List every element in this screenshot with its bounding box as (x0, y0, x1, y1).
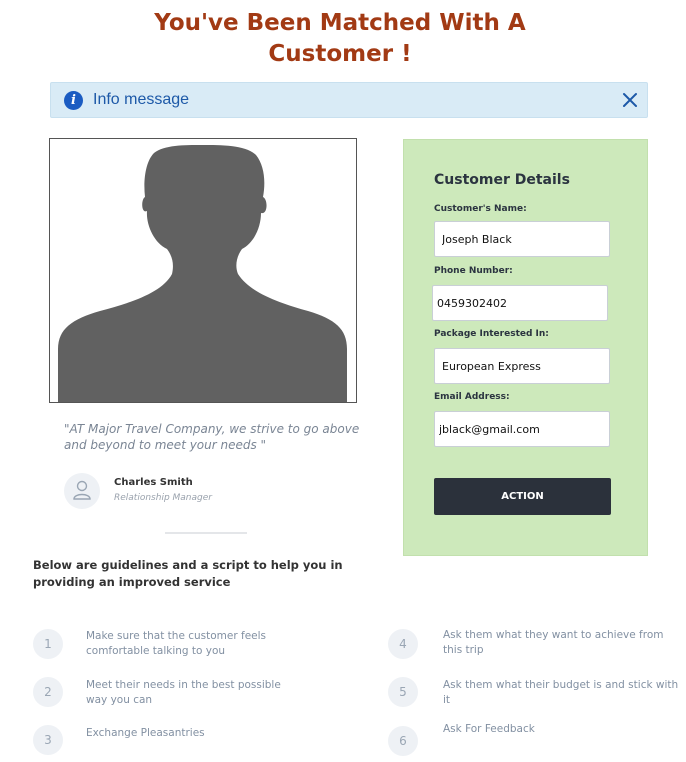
email-label: Email Address: (434, 392, 510, 402)
step-text: Exchange Pleasantries (86, 727, 205, 739)
customer-photo (49, 138, 357, 403)
manager-name: Charles Smith (114, 477, 193, 488)
action-button[interactable]: ACTION (434, 478, 611, 515)
step-text: Ask For Feedback (443, 723, 535, 735)
info-icon: i (64, 91, 83, 110)
customer-details-title: Customer Details (434, 172, 570, 188)
manager-role: Relationship Manager (114, 493, 212, 503)
customer-name-field[interactable] (434, 221, 610, 257)
step-number: 6 (388, 726, 418, 756)
step-text: Ask them what their budget is and stick … (443, 679, 679, 706)
step-number: 3 (33, 725, 63, 755)
guidelines-heading: Below are guidelines and a script to hel… (33, 558, 343, 589)
customer-details-panel: Customer Details Customer's Name: Phone … (403, 139, 648, 556)
testimonial-quote: "AT Major Travel Company, we strive to g… (64, 422, 360, 452)
info-message-bar: i Info message (50, 82, 648, 118)
page-title-line-2: Customer ! (268, 41, 412, 67)
step-number: 4 (388, 629, 418, 659)
phone-number-field[interactable] (432, 285, 608, 321)
package-field[interactable] (434, 348, 610, 384)
avatar (64, 473, 100, 509)
step-text: Ask them what they want to achieve from … (443, 629, 664, 656)
step-number: 5 (388, 677, 418, 707)
email-field[interactable] (434, 411, 610, 447)
phone-number-label: Phone Number: (434, 266, 513, 276)
info-message-text: Info message (93, 91, 190, 108)
step-number: 1 (33, 629, 63, 659)
customer-name-label: Customer's Name: (434, 204, 527, 214)
user-icon (73, 480, 91, 500)
page-title: You've Been Matched With A Customer ! (0, 8, 680, 70)
step-number: 2 (33, 677, 63, 707)
page-title-line-1: You've Been Matched With A (154, 10, 526, 36)
close-icon[interactable] (622, 92, 638, 108)
person-silhouette-icon (58, 145, 347, 402)
divider (165, 532, 247, 534)
package-label: Package Interested In: (434, 329, 549, 339)
step-text: Meet their needs in the best possible wa… (86, 679, 281, 706)
step-text: Make sure that the customer feels comfor… (86, 630, 267, 657)
